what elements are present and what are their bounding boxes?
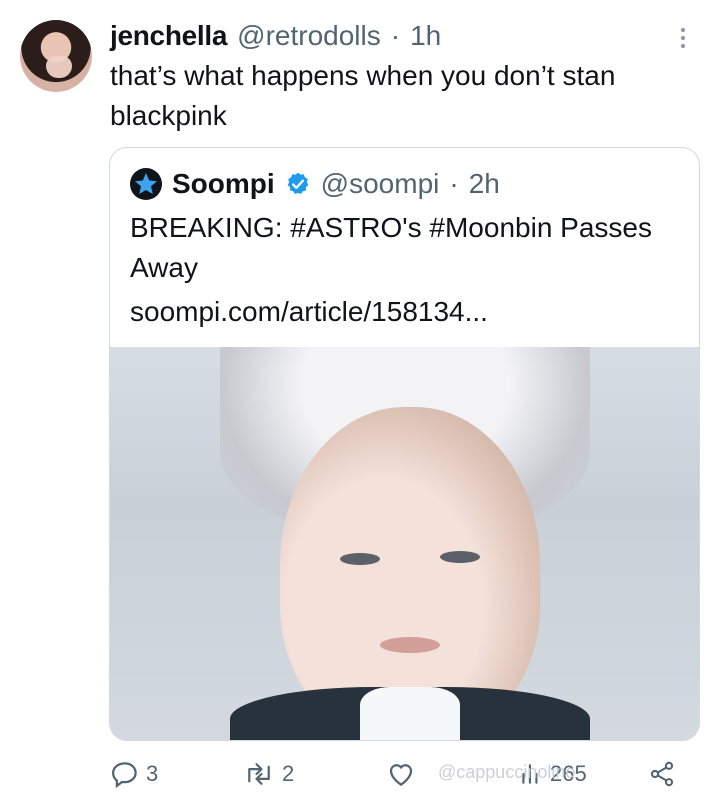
quoted-tweet-header: Soompi @soompi · 2h xyxy=(130,166,500,202)
avatar-hand-decoration xyxy=(46,56,72,78)
share-button[interactable] xyxy=(648,760,676,788)
quoted-time[interactable]: 2h xyxy=(469,168,500,200)
tweet-header: jenchella @retrodolls · 1h xyxy=(110,18,650,54)
retweet-button[interactable]: 2 xyxy=(242,759,294,789)
reply-count: 3 xyxy=(146,761,159,786)
display-name[interactable]: jenchella xyxy=(110,18,227,54)
heart-icon xyxy=(389,764,413,786)
quoted-tweet-link[interactable]: soompi.com/article/158134... xyxy=(130,292,488,332)
image-right-eye xyxy=(440,551,480,563)
bar-chart-icon xyxy=(522,764,538,784)
tweet-time[interactable]: 1h xyxy=(410,18,441,54)
share-nodes-icon xyxy=(650,761,674,787)
more-options-icon[interactable] xyxy=(678,28,688,52)
user-handle[interactable]: @retrodolls xyxy=(237,18,381,54)
like-button[interactable] xyxy=(386,759,416,789)
user-avatar[interactable] xyxy=(20,20,92,92)
tweet-action-bar: 3 2 265 xyxy=(110,756,710,792)
retweet-count: 2 xyxy=(282,761,295,786)
quoted-handle[interactable]: @soompi xyxy=(321,168,440,200)
soompi-logo-icon[interactable] xyxy=(130,168,162,200)
verified-badge-icon xyxy=(287,172,308,194)
tweet-text: that’s what happens when you don’t stan … xyxy=(110,60,616,131)
image-left-eye xyxy=(340,553,380,565)
separator-dot: · xyxy=(390,20,401,51)
image-shirt xyxy=(360,687,460,740)
reply-button[interactable]: 3 xyxy=(110,759,158,789)
image-lips xyxy=(380,637,440,653)
quoted-display-name[interactable]: Soompi xyxy=(172,168,275,200)
views-button[interactable]: 265 xyxy=(518,761,587,787)
quoted-tweet-text: BREAKING: #ASTRO's #Moonbin Passes Away xyxy=(130,212,652,283)
views-count: 265 xyxy=(550,761,587,786)
retweet-arrows-icon xyxy=(248,763,270,785)
quoted-tweet-image[interactable] xyxy=(110,347,699,740)
speech-bubble-icon xyxy=(111,762,137,789)
quoted-tweet-card[interactable]: Soompi @soompi · 2h BREAKING: #ASTRO's #… xyxy=(109,147,700,741)
quoted-separator-dot: · xyxy=(449,168,459,199)
